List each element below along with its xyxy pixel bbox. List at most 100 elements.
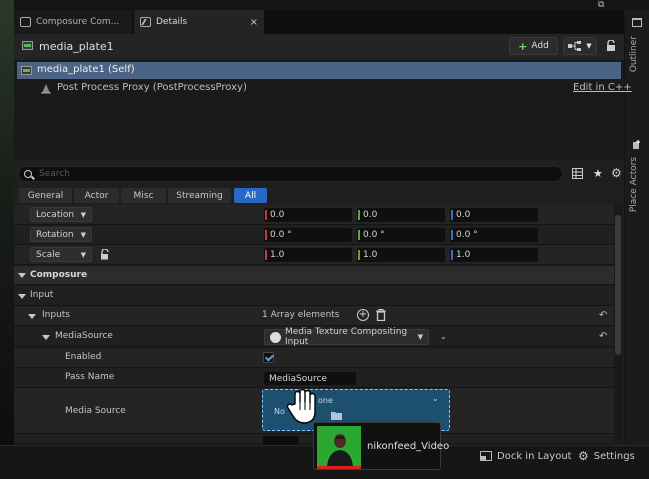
add-element-icon[interactable]: + xyxy=(357,309,369,321)
chevron-down-icon: ▼ xyxy=(80,251,86,259)
unlock-icon[interactable] xyxy=(100,248,110,263)
chevron-down-icon: ⌄ xyxy=(432,394,439,403)
location-y-field[interactable]: 0.0 xyxy=(357,208,445,222)
input-label: Input xyxy=(30,290,54,300)
search-input[interactable] xyxy=(39,168,559,180)
expand-arrow-icon[interactable] xyxy=(42,335,50,340)
tab-bar: Composure Com... Details × xyxy=(14,10,624,34)
location-x-field[interactable]: 0.0 xyxy=(264,208,352,222)
restore-window-icon[interactable]: ⧉ xyxy=(598,0,612,10)
video-thumbnail xyxy=(317,426,361,466)
expand-arrow-icon xyxy=(18,273,26,278)
search-icon xyxy=(24,170,32,178)
media-source-group-label: MediaSource xyxy=(55,331,113,341)
post-process-icon xyxy=(40,83,52,97)
pass-name-field[interactable]: MediaSource xyxy=(264,372,356,385)
add-component-button[interactable]: + Add xyxy=(509,37,558,55)
tab-details[interactable]: Details × xyxy=(134,10,264,34)
rotation-row: Rotation ▼ 0.0 ° 0.0 ° 0.0 ° xyxy=(14,225,614,245)
scale-y-field[interactable]: 1.0 xyxy=(357,248,445,262)
input-category[interactable]: Input xyxy=(14,286,614,306)
thumbnail-accent-bar xyxy=(317,466,361,469)
filter-tab-all[interactable]: All xyxy=(234,188,267,203)
dock-icon xyxy=(480,451,492,461)
plus-icon: + xyxy=(518,39,528,53)
details-tab-icon xyxy=(140,17,151,27)
rotation-z-field[interactable]: 0.0 ° xyxy=(450,228,538,242)
grab-hand-cursor-icon xyxy=(283,386,323,426)
filter-tab-streaming[interactable]: Streaming xyxy=(168,188,231,203)
scale-z-field[interactable]: 1.0 xyxy=(450,248,538,262)
inputs-label: Inputs xyxy=(42,310,70,320)
ue-logo-icon xyxy=(270,332,281,343)
scrollbar[interactable] xyxy=(615,215,621,355)
expand-arrow-icon xyxy=(18,294,26,299)
array-count: 1 Array elements xyxy=(262,310,340,320)
location-z-field[interactable]: 0.0 xyxy=(450,208,538,222)
drag-asset-name: nikonfeed_Video xyxy=(367,441,450,452)
trash-icon[interactable] xyxy=(376,309,386,324)
chevron-down-icon: ▼ xyxy=(80,231,86,239)
component-child-label[interactable]: Post Process Proxy (PostProcessProxy) xyxy=(57,82,247,93)
panel-icon[interactable] xyxy=(632,18,642,27)
composure-label: Composure xyxy=(30,270,88,280)
lock-icon[interactable] xyxy=(606,39,616,54)
enabled-label: Enabled xyxy=(65,352,102,362)
tab-label: Details xyxy=(156,17,188,27)
table-view-icon[interactable] xyxy=(572,168,583,182)
scale-row: Scale ▼ 1.0 1.0 1.0 xyxy=(14,245,614,265)
chevron-down-icon: ▼ xyxy=(417,333,423,341)
actor-icon xyxy=(21,66,32,75)
blueprint-icon xyxy=(568,41,582,51)
rotation-y-field[interactable]: 0.0 ° xyxy=(357,228,445,242)
right-sidebar: Outliner Place Actors xyxy=(625,10,649,445)
blueprint-options-button[interactable]: ▼ xyxy=(563,37,597,55)
rotation-x-field[interactable]: 0.0 ° xyxy=(264,228,352,242)
component-self-row[interactable]: media_plate1 (Self) xyxy=(17,62,621,79)
media-source-label: Media Source xyxy=(65,406,126,416)
dock-label: Dock in Layout xyxy=(497,450,572,462)
composure-category[interactable]: Composure xyxy=(14,266,614,285)
outliner-tab[interactable]: Outliner xyxy=(629,36,639,72)
pass-name-label: Pass Name xyxy=(65,372,115,382)
chevron-down-icon[interactable]: ⌄ xyxy=(440,332,447,341)
inputs-array-row: Inputs 1 Array elements + ↶ xyxy=(14,306,614,326)
location-dropdown[interactable]: Location ▼ xyxy=(30,207,92,222)
star-icon[interactable]: ★ xyxy=(593,167,603,180)
close-icon[interactable]: × xyxy=(250,17,258,28)
component-self-label: media_plate1 (Self) xyxy=(37,64,135,75)
settings-button[interactable]: ⚙ Settings xyxy=(578,449,635,463)
edit-in-cpp-link[interactable]: Edit in C++ xyxy=(573,82,632,93)
actor-icon xyxy=(22,41,33,50)
expand-arrow-icon[interactable] xyxy=(28,314,36,319)
composure-tab-icon xyxy=(20,17,31,27)
gear-icon[interactable]: ⚙ xyxy=(611,166,622,180)
rotation-dropdown[interactable]: Rotation ▼ xyxy=(30,227,92,242)
actor-name: media_plate1 xyxy=(39,40,114,53)
place-actors-tab[interactable]: Place Actors xyxy=(629,157,639,212)
chevron-down-icon: ▼ xyxy=(586,42,592,50)
location-label: Location xyxy=(36,209,75,220)
place-actors-icon[interactable] xyxy=(632,140,642,150)
gear-icon: ⚙ xyxy=(578,449,589,463)
filter-tab-actor[interactable]: Actor xyxy=(74,188,119,203)
next-field xyxy=(263,436,299,445)
add-label: Add xyxy=(531,41,549,51)
tab-composure-compositing[interactable]: Composure Com... xyxy=(14,10,132,34)
settings-label: Settings xyxy=(593,450,635,462)
viewport-strip xyxy=(0,0,14,445)
filter-tab-misc[interactable]: Misc xyxy=(121,188,166,203)
scale-dropdown[interactable]: Scale ▼ xyxy=(30,247,92,262)
compositing-input-type-dropdown[interactable]: Media Texture Compositing Input ▼ xyxy=(264,327,429,347)
input-type-label: Media Texture Compositing Input xyxy=(285,327,408,347)
search-bar xyxy=(18,166,563,182)
enabled-checkbox[interactable] xyxy=(263,352,274,363)
filter-tab-general[interactable]: General xyxy=(19,188,72,203)
scale-label: Scale xyxy=(36,249,61,260)
dock-in-layout-button[interactable]: Dock in Layout xyxy=(480,449,572,463)
reset-arrow-icon[interactable]: ↶ xyxy=(599,332,609,342)
location-row: Location ▼ 0.0 0.0 0.0 xyxy=(14,205,614,225)
reset-arrow-icon[interactable]: ↶ xyxy=(599,311,609,321)
rotation-label: Rotation xyxy=(36,229,74,240)
scale-x-field[interactable]: 1.0 xyxy=(264,248,352,262)
